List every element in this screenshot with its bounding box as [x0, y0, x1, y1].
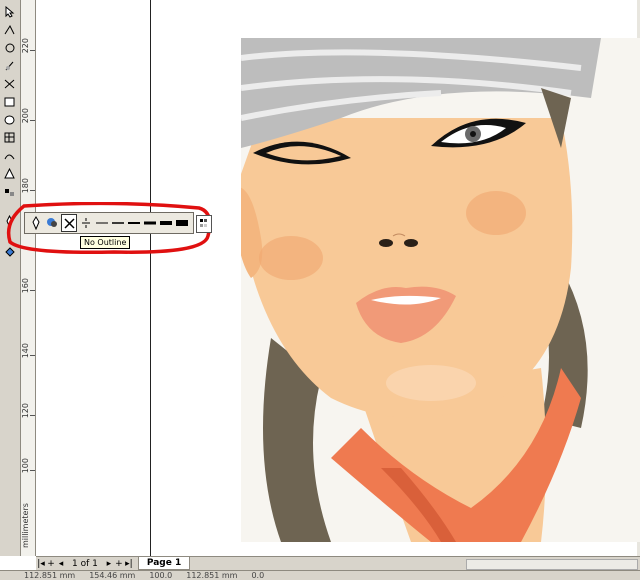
basic-shapes-icon[interactable]	[2, 166, 17, 181]
x-position-2: 112.851 mm	[186, 571, 238, 580]
horizontal-scrollbar[interactable]	[466, 559, 638, 570]
hairline-icon[interactable]	[79, 215, 93, 231]
first-page-button[interactable]: |◂	[36, 558, 46, 569]
smart-fill-icon[interactable]	[2, 94, 17, 109]
ruler-label: 220	[21, 38, 30, 54]
outline-color-icon[interactable]	[45, 215, 59, 231]
page-navigator: |◂ + ◂ 1 of 1 ▸ + ▸| Page 1	[36, 556, 640, 570]
ruler-label: 140	[21, 343, 30, 359]
y-position-2: 0.0	[251, 571, 265, 580]
ellipse-icon[interactable]	[2, 130, 17, 145]
add-page-after-button[interactable]: +	[114, 558, 124, 569]
outline-flyout-toolbar	[24, 212, 194, 234]
status-bar: 112.851 mm 154.46 mm 100.0 112.851 mm 0.…	[0, 570, 640, 580]
ruler-units: millimeters	[21, 503, 30, 549]
line-1-icon[interactable]	[95, 215, 109, 231]
color-docker-icon[interactable]	[196, 215, 212, 233]
line-4-icon[interactable]	[143, 215, 157, 231]
line-3-icon[interactable]	[127, 215, 141, 231]
crop-icon[interactable]	[2, 40, 17, 55]
ruler-label: 180	[21, 178, 30, 194]
outline-pen-dialog-icon[interactable]	[29, 215, 43, 231]
prev-page-button[interactable]: ◂	[56, 558, 66, 569]
portrait-artwork[interactable]	[241, 38, 640, 542]
rectangle-icon[interactable]	[2, 112, 17, 127]
line-2-icon[interactable]	[111, 215, 125, 231]
line-5-icon[interactable]	[159, 215, 173, 231]
ruler-label: 100	[21, 458, 30, 474]
ruler-label: 120	[21, 403, 30, 419]
last-page-button[interactable]: ▸|	[124, 558, 134, 569]
guideline[interactable]	[150, 0, 151, 556]
page-tab[interactable]: Page 1	[137, 557, 191, 570]
tooltip: No Outline	[80, 236, 131, 249]
polygon-icon[interactable]	[2, 148, 17, 163]
zoom-icon[interactable]	[2, 58, 17, 73]
freehand-icon[interactable]	[2, 76, 17, 91]
no-outline-icon[interactable]	[61, 214, 77, 232]
shape-icon[interactable]	[2, 22, 17, 37]
zoom-value[interactable]: 100.0	[149, 571, 172, 580]
pick-icon[interactable]	[2, 4, 17, 19]
add-page-before-button[interactable]: +	[46, 558, 56, 569]
next-page-button[interactable]: ▸	[104, 558, 114, 569]
ruler-label: 160	[21, 278, 30, 294]
page-count: 1 of 1	[72, 558, 98, 569]
text-icon[interactable]	[2, 184, 17, 199]
x-position: 112.851 mm	[24, 571, 76, 580]
ruler-label: 200	[21, 108, 30, 124]
vertical-ruler: 220 200 180 160 140 120 100 millimeters	[21, 0, 36, 556]
toolbox	[0, 0, 21, 556]
y-position: 154.46 mm	[89, 571, 136, 580]
line-6-icon[interactable]	[175, 215, 189, 231]
